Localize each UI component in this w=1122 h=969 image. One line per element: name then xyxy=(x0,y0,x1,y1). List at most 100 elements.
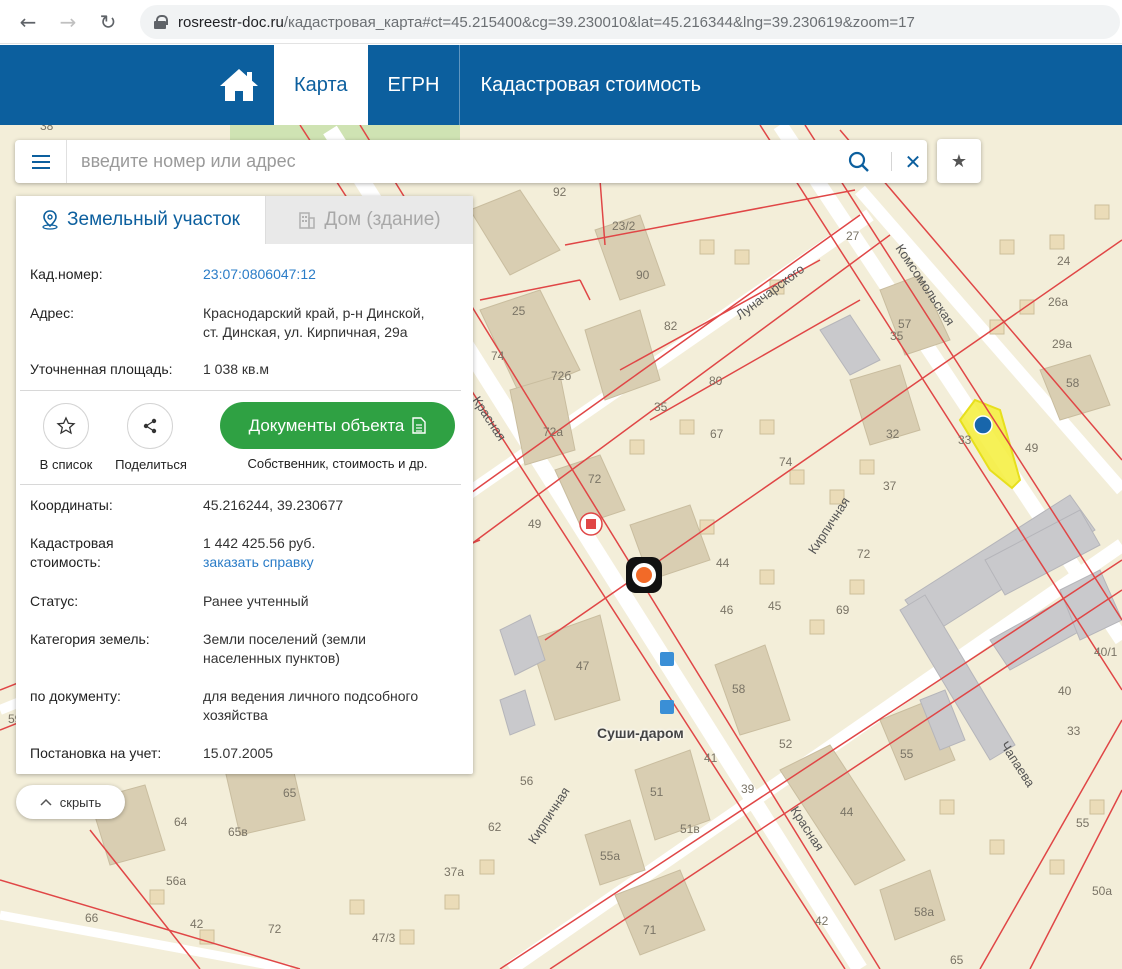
poi-label[interactable]: Суши-даром xyxy=(597,725,684,741)
divider xyxy=(20,390,461,391)
share-label: Поделиться xyxy=(115,457,187,472)
house-number: 35 xyxy=(654,400,668,414)
tab-house[interactable]: Дом (здание) xyxy=(265,196,473,244)
hide-panel-button[interactable]: скрыть xyxy=(16,785,125,819)
tab-cadastral-value[interactable]: Кадастровая стоимость xyxy=(459,45,721,125)
doc-line: для ведения личного подсобного xyxy=(203,688,419,704)
house-number: 23/2 xyxy=(612,219,636,233)
field-label: по документу: xyxy=(30,688,121,704)
house-number: 80 xyxy=(709,374,723,388)
street-label-kirpichnaya-2: Кирпичная xyxy=(525,784,573,846)
menu-icon[interactable] xyxy=(15,140,67,183)
chevron-up-icon xyxy=(40,798,52,806)
star-outline-icon xyxy=(56,416,76,435)
field-value: 1 038 кв.м xyxy=(203,361,270,377)
house-number: 82 xyxy=(664,319,678,333)
house-number: 33 xyxy=(958,433,972,447)
street-label-lunacharskogo: Луначарского xyxy=(733,261,807,322)
house-number: 58а xyxy=(914,905,934,919)
add-to-list-button[interactable] xyxy=(43,403,89,449)
url-host: rosreestr-doc.ru xyxy=(178,13,284,31)
documents-subtitle: Собственник, стоимость и др. xyxy=(247,456,428,471)
field-value: Земли поселений (земли населенных пункто… xyxy=(203,630,460,668)
house-number: 72 xyxy=(857,547,871,561)
house-number: 25 xyxy=(512,304,526,318)
field-value: Ранее учтенный xyxy=(203,593,309,609)
house-number: 67 xyxy=(710,427,724,441)
hide-label: скрыть xyxy=(59,794,102,810)
house-number: 74 xyxy=(779,455,793,469)
street-label-kirpichnaya-1: Кирпичная xyxy=(805,494,853,556)
add-to-list-label: В список xyxy=(39,457,93,472)
back-arrow-icon[interactable]: ← xyxy=(10,4,46,40)
forward-arrow-icon[interactable]: → xyxy=(50,4,86,40)
tab-egrn[interactable]: ЕГРН xyxy=(368,45,460,125)
poi-sushi-icon xyxy=(636,567,652,583)
kad-number-link[interactable]: 23:07:0806047:12 xyxy=(203,265,460,284)
house-number: 65 xyxy=(950,953,964,967)
house-number: 72б xyxy=(551,369,571,383)
house-number: 71 xyxy=(643,923,657,937)
documents-label: Документы объекта xyxy=(248,415,405,435)
search-input[interactable] xyxy=(81,148,841,175)
house-number: 49 xyxy=(528,517,542,531)
address-bar[interactable]: rosreestr-doc.ru/кадастровая_карта#ct=45… xyxy=(140,5,1120,39)
field-value: 1 442 425.56 руб. заказать справку xyxy=(203,534,460,572)
home-button[interactable] xyxy=(204,45,274,125)
field-coords: Координаты: 45.216244, 39.230677 xyxy=(30,496,460,515)
map-pin-icon xyxy=(42,210,58,230)
house-number: 32 xyxy=(886,427,900,441)
house-number: 37 xyxy=(883,479,897,493)
house-number: 47/3 xyxy=(372,931,396,945)
house-number: 44 xyxy=(716,556,730,570)
favorites-star-icon[interactable]: ★ xyxy=(937,139,981,183)
selected-point-marker xyxy=(973,415,993,435)
house-number: 40 xyxy=(1058,684,1072,698)
house-number: 51в xyxy=(680,822,700,836)
field-registration: Постановка на учет: 15.07.2005 xyxy=(30,744,460,763)
cost-label-line: стоимость: xyxy=(30,554,101,570)
house-number: 72а xyxy=(543,425,563,439)
house-number: 24 xyxy=(1057,254,1071,268)
house-number: 46 xyxy=(720,603,734,617)
doc-line: хозяйства xyxy=(203,707,268,723)
house-number: 56 xyxy=(520,774,534,788)
bus-stop-icon xyxy=(660,652,674,666)
address-line: Краснодарский край, р-н Динской, xyxy=(203,305,425,321)
house-number: 58 xyxy=(732,682,746,696)
documents-button[interactable]: Документы объекта xyxy=(220,402,455,449)
field-label: Кад.номер: xyxy=(30,266,103,282)
house-number: 26а xyxy=(1048,295,1068,309)
field-value: 45.216244, 39.230677 xyxy=(203,497,344,513)
house-number: 51 xyxy=(650,785,664,799)
order-certificate-link[interactable]: заказать справку xyxy=(203,553,460,572)
house-number: 52 xyxy=(779,737,793,751)
object-info-panel: Земельный участок Дом (здание) Кад.номер… xyxy=(16,196,473,774)
house-number: 56а xyxy=(166,874,186,888)
share-button[interactable] xyxy=(127,403,173,449)
url-path: /кадастровая_карта#ct=45.215400&cg=39.23… xyxy=(283,13,915,31)
field-label: Уточненная площадь: xyxy=(30,361,173,377)
house-number: 58 xyxy=(1066,376,1080,390)
house-number: 38 xyxy=(40,125,54,133)
field-label: Категория земель: xyxy=(30,631,150,647)
category-line: населенных пунктов) xyxy=(203,650,340,666)
house-number: 39 xyxy=(741,782,755,796)
tab-map[interactable]: Карта xyxy=(274,45,368,125)
tab-land-plot[interactable]: Земельный участок xyxy=(16,196,265,244)
field-area: Уточненная площадь: 1 038 кв.м xyxy=(30,360,460,379)
field-label: Статус: xyxy=(30,593,79,609)
house-number: 41 xyxy=(704,751,718,765)
house-number: 62 xyxy=(488,820,502,834)
clear-icon[interactable]: ✕ xyxy=(899,148,927,176)
house-number: 44 xyxy=(840,805,854,819)
divider xyxy=(20,484,461,485)
house-number: 65 xyxy=(283,786,297,800)
house-number: 35 xyxy=(890,329,904,343)
reload-icon[interactable]: ↻ xyxy=(90,4,126,40)
house-number: 90 xyxy=(636,268,650,282)
house-number: 37а xyxy=(444,865,464,879)
panel-tabs: Земельный участок Дом (здание) xyxy=(16,196,473,244)
search-icon[interactable] xyxy=(845,148,873,176)
lock-icon xyxy=(154,15,168,29)
